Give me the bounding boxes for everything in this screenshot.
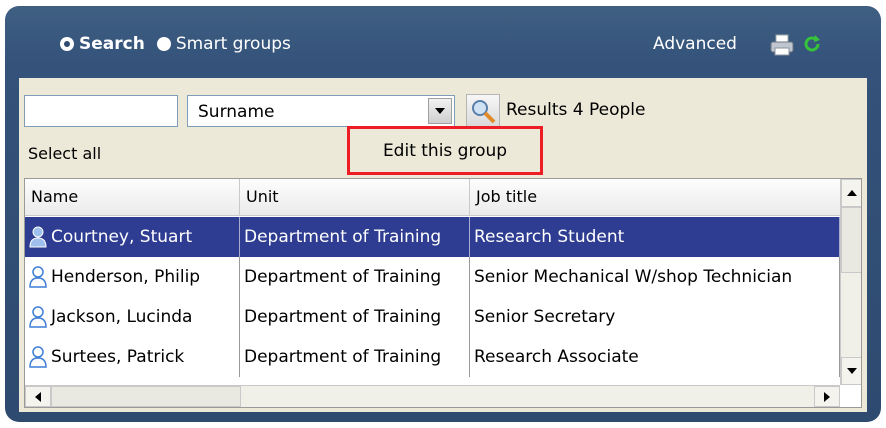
search-input[interactable]: [24, 95, 178, 127]
smart-groups-radio[interactable]: [156, 37, 171, 51]
search-content: Surname Results 4 People Select all Edit…: [19, 78, 867, 412]
select-all-link[interactable]: Select all: [28, 144, 101, 163]
arrow-right-icon: [824, 391, 830, 402]
column-header-name[interactable]: Name: [25, 179, 240, 215]
search-radio-label[interactable]: Search: [79, 34, 145, 54]
advanced-link[interactable]: Advanced: [653, 34, 737, 54]
arrow-down-icon: [846, 368, 857, 374]
person-icon: [29, 226, 47, 248]
results-count: Results 4 People: [506, 100, 646, 120]
edit-group-link[interactable]: Edit this group: [347, 126, 543, 175]
edit-group-label: Edit this group: [382, 140, 508, 161]
person-icon: [29, 306, 47, 328]
row-job-title: Senior Mechanical W/shop Technician: [470, 257, 840, 297]
cell-name: Courtney, Stuart: [25, 217, 240, 257]
table-row[interactable]: Courtney, Stuart Department of Training …: [25, 217, 840, 257]
row-name: Henderson, Philip: [51, 267, 201, 287]
row-name: Surtees, Patrick: [51, 347, 185, 367]
person-icon: [29, 346, 47, 368]
table-row[interactable]: Surtees, Patrick Department of Training …: [25, 337, 840, 377]
grid-header: Name Unit Job title: [25, 179, 842, 216]
search-field-select[interactable]: Surname: [187, 95, 455, 127]
scroll-thumb-horizontal[interactable]: [51, 386, 241, 407]
horizontal-scrollbar[interactable]: [25, 385, 840, 407]
scroll-right-button[interactable]: [814, 386, 840, 407]
search-field-select-value: Surname: [198, 102, 275, 122]
people-search-panel: Search Smart groups Advanced Surname Res…: [5, 6, 881, 422]
cell-name: Henderson, Philip: [25, 257, 240, 297]
row-unit: Department of Training: [240, 217, 470, 257]
smart-groups-radio-label[interactable]: Smart groups: [176, 34, 291, 54]
row-unit: Department of Training: [240, 257, 470, 297]
vertical-scrollbar[interactable]: [840, 179, 861, 385]
search-radio[interactable]: [60, 37, 74, 51]
cell-name: Jackson, Lucinda: [25, 297, 240, 337]
table-row[interactable]: Henderson, Philip Department of Training…: [25, 257, 840, 297]
row-name: Jackson, Lucinda: [51, 307, 193, 327]
column-header-unit[interactable]: Unit: [240, 179, 470, 215]
dropdown-arrow-icon[interactable]: [428, 98, 452, 124]
row-job-title: Research Student: [470, 217, 840, 257]
row-unit: Department of Training: [240, 337, 470, 377]
printer-icon[interactable]: [770, 34, 794, 56]
refresh-icon[interactable]: [802, 34, 822, 54]
scroll-left-button[interactable]: [25, 386, 51, 407]
search-mode-radio-group: Search Smart groups: [60, 34, 303, 54]
scroll-up-button[interactable]: [841, 179, 861, 207]
arrow-left-icon: [35, 391, 41, 402]
person-icon: [29, 266, 47, 288]
row-name: Courtney, Stuart: [51, 227, 193, 247]
arrow-up-icon: [846, 190, 857, 196]
cell-name: Surtees, Patrick: [25, 337, 240, 377]
table-row[interactable]: Jackson, Lucinda Department of Training …: [25, 297, 840, 337]
people-grid: Name Unit Job title Courtney, Stuart Dep…: [24, 178, 862, 408]
column-header-job-title[interactable]: Job title: [470, 179, 842, 215]
row-job-title: Senior Secretary: [470, 297, 840, 337]
magnifier-icon: [472, 100, 496, 124]
scroll-thumb[interactable]: [841, 207, 861, 273]
search-button[interactable]: [466, 94, 500, 128]
row-unit: Department of Training: [240, 297, 470, 337]
scroll-down-button[interactable]: [841, 357, 861, 385]
row-job-title: Research Associate: [470, 337, 840, 377]
panel-header: Search Smart groups Advanced: [5, 6, 881, 78]
